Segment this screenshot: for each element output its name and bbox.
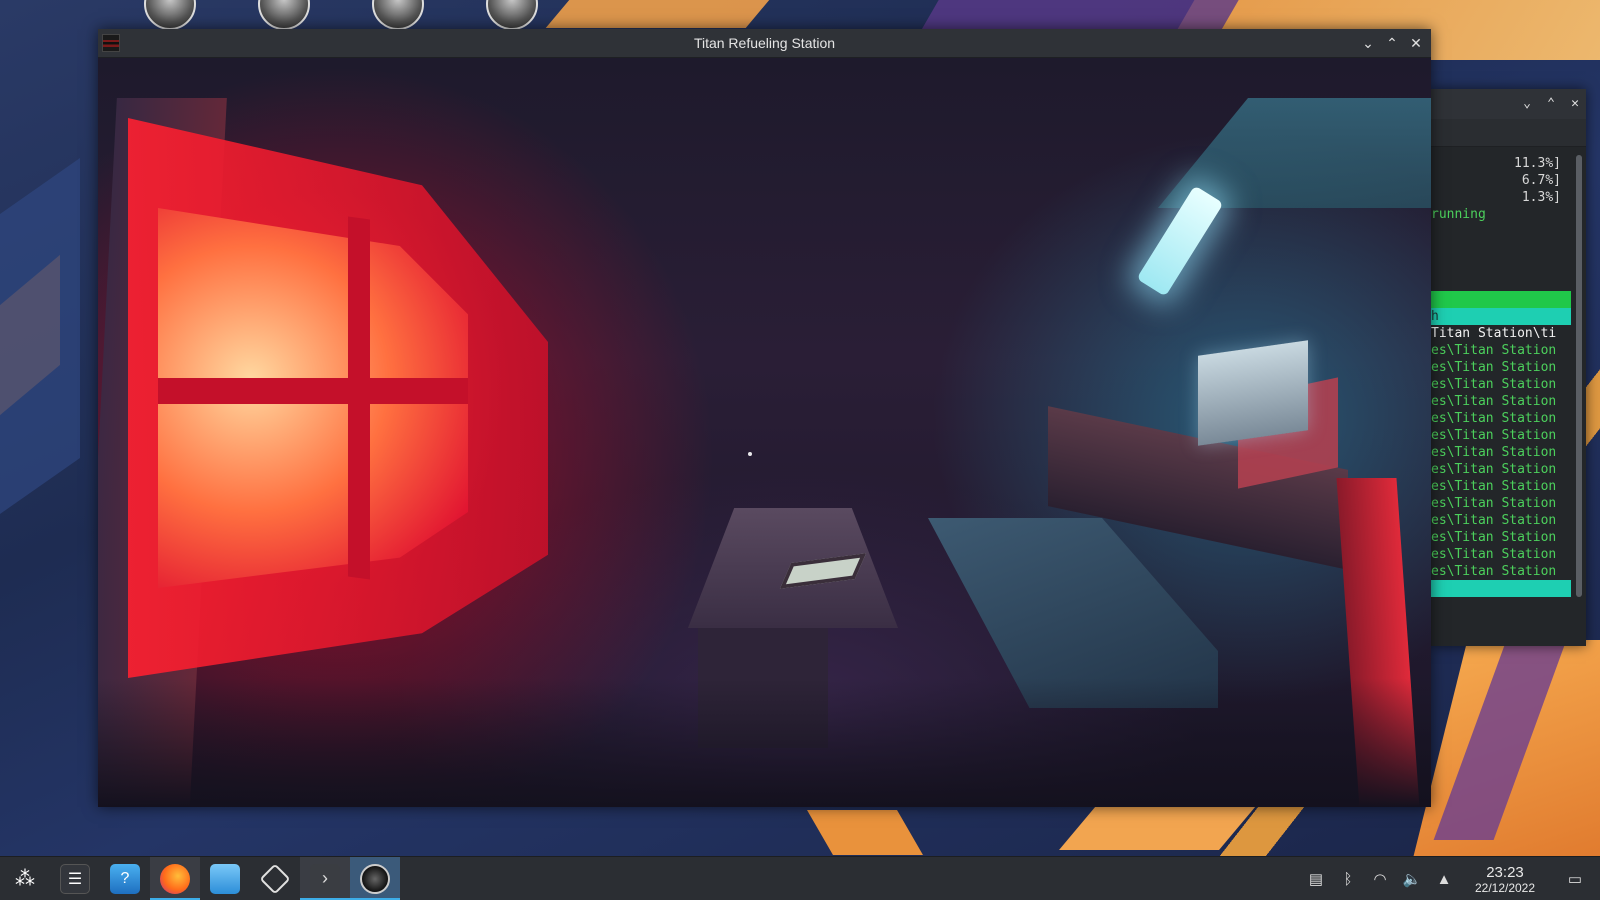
terminal-path-line: es\Titan Station [1431,513,1557,528]
terminal-spacer [1431,147,1571,155]
taskbar-steam[interactable] [250,857,300,900]
app-icon[interactable] [102,34,120,52]
crosshair-icon [748,452,752,456]
clock-date: 22/12/2022 [1474,880,1536,895]
terminal-output[interactable]: 11.3%] 6.7%] 1.3%] running h Titan Stati… [1431,147,1571,646]
taskbar-application-launcher[interactable]: ⁂ [0,857,50,900]
scene-monitor [1198,340,1308,446]
volume-icon[interactable]: 🔈 [1396,857,1428,900]
steam-icon [259,862,291,895]
system-tray: ▤ ᛒ ◠ 🔈 ▲ 23:23 22/12/2022 ▭ [1300,857,1600,900]
terminal-path-list: es\Titan Station es\Titan Station es\Titan… [1431,342,1571,580]
footer-bar-teal [1431,580,1571,597]
scene-window-mullion [158,378,468,404]
maximize-icon[interactable]: ⌃ [1383,34,1401,52]
show-desktop-icon[interactable]: ▭ [1550,857,1600,900]
terminal-path-line: es\Titan Station [1431,445,1557,460]
terminal-path-line: es\Titan Station [1431,479,1557,494]
wifi-icon[interactable]: ◠ [1364,857,1396,900]
game-icon [360,863,390,894]
expand-tray-icon[interactable]: ▲ [1428,857,1460,900]
cpu-meter-line: 11.3%] [1514,156,1561,171]
maximize-icon[interactable]: ⌃ [1542,95,1560,113]
game-window[interactable]: Titan Refueling Station ⌄ ⌃ ✕ [98,29,1431,807]
terminal-window-controls: ⌄ ⌃ ✕ [1518,95,1584,113]
terminal-path-line: es\Titan Station [1431,462,1557,477]
clock-time: 23:23 [1486,863,1524,881]
wallpaper-shape [545,0,775,28]
terminal-path-line: es\Titan Station [1431,564,1557,579]
taskbar-discover-store[interactable]: ? [100,857,150,900]
wallpaper-shape [0,157,80,543]
firefox-icon [160,863,190,894]
terminal-path-line: es\Titan Station [1431,428,1557,443]
terminal-path-line: es\Titan Station [1431,530,1557,545]
taskbar-system-settings[interactable]: ☰ [50,857,100,900]
terminal-path-line: es\Titan Station [1431,360,1557,375]
cpu-meter-line: 6.7%] [1521,173,1561,188]
wallpaper-shape [1059,800,1261,850]
terminal-path-line: Titan Station\ti [1431,326,1557,341]
terminal-toolbar [1431,119,1586,147]
launcher-icon: ⁂ [15,868,35,890]
taskbar-file-manager[interactable] [200,857,250,900]
taskbar: ⁂ ☰ ? › ▤ ᛒ ◠ 🔈 ▲ 23:23 22/12/2022 ▭ [0,856,1600,900]
wallpaper-shape [807,810,923,855]
game-viewport[interactable] [98,58,1431,807]
terminal-path-line: es\Titan Station [1431,377,1557,392]
scene-floor [98,678,1431,807]
minimize-icon[interactable]: ⌄ [1359,34,1377,52]
taskbar-terminal[interactable]: › [300,856,350,900]
terminal-window[interactable]: ⌄ ⌃ ✕ 11.3%] 6.7%] 1.3%] running h Titan… [1431,89,1586,646]
cpu-meter-line: 1.3%] [1521,190,1561,205]
terminal-path-line: es\Titan Station [1431,411,1557,426]
bluetooth-icon[interactable]: ᛒ [1332,857,1364,900]
minimize-icon[interactable]: ⌄ [1518,95,1536,113]
terminal-path-line: es\Titan Station [1431,394,1557,409]
header-bar-green [1431,291,1571,308]
scene-window-mullion [348,216,370,580]
terminal-path-line: es\Titan Station [1431,343,1557,358]
scrollbar-thumb[interactable] [1576,155,1582,597]
terminal-titlebar[interactable]: ⌄ ⌃ ✕ [1431,89,1586,119]
clock[interactable]: 23:23 22/12/2022 [1460,865,1550,894]
shopping-bag-icon: ? [110,863,140,894]
taskbar-game[interactable] [350,856,400,900]
folder-icon [210,863,240,894]
close-icon[interactable]: ✕ [1407,34,1425,52]
window-controls: ⌄ ⌃ ✕ [1359,34,1425,52]
terminal-path-line: es\Titan Station [1431,496,1557,511]
taskbar-firefox[interactable] [150,856,200,900]
terminal-spacer [1431,223,1571,291]
wallpaper-shape [921,0,1239,30]
window-title: Titan Refueling Station [693,35,836,51]
terminal-path-line: es\Titan Station [1431,547,1557,562]
close-icon[interactable]: ✕ [1566,95,1584,113]
sliders-icon: ☰ [60,863,90,894]
terminal-scrollbar[interactable] [1576,155,1582,597]
terminal-icon: › [310,863,340,894]
status-line: running [1431,207,1486,222]
header-bar-teal: h [1431,308,1571,325]
clipboard-icon[interactable]: ▤ [1300,857,1332,900]
window-titlebar[interactable]: Titan Refueling Station ⌄ ⌃ ✕ [98,29,1431,58]
